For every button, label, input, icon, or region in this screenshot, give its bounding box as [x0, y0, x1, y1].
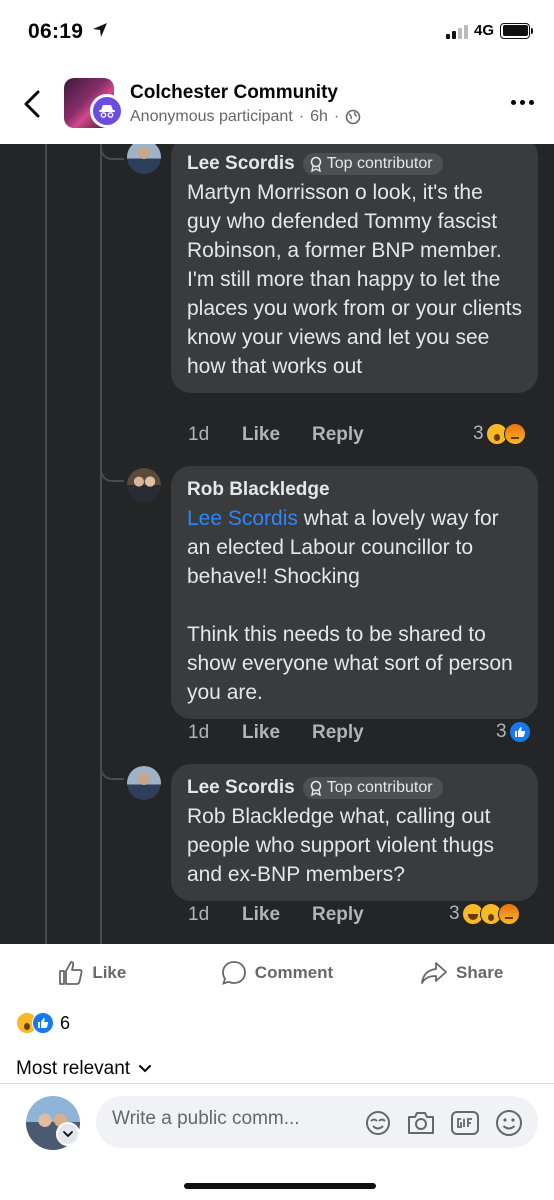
comment-time: 1d [188, 904, 210, 925]
thread-elbow [100, 758, 124, 780]
thread-line [45, 144, 47, 944]
separator: · [333, 108, 340, 125]
angry-emoji-icon [503, 423, 526, 445]
comment-bubble: Rob Blackledge Lee Scordis what a lovely… [171, 466, 538, 719]
comment-author[interactable]: Rob Blackledge [187, 479, 330, 501]
anonymous-badge-icon [90, 94, 124, 128]
status-bar: 06:19 4G [0, 0, 554, 62]
comment-body: what a lovely way for an elected Labour … [187, 507, 513, 704]
more-options-icon[interactable] [511, 100, 534, 105]
post-reaction-count: 6 [60, 1012, 71, 1033]
anonymous-participant-label: Anonymous participant [130, 108, 293, 125]
like-reaction-icon [508, 721, 531, 743]
post-like-button[interactable]: Like [0, 944, 185, 1002]
post-action-bar: Like Comment Share [0, 944, 554, 1002]
comment-time: 1d [188, 424, 210, 445]
like-reaction-icon [32, 1012, 54, 1034]
location-arrow-icon [93, 23, 107, 37]
commenter-avatar[interactable] [127, 468, 161, 502]
badge-label: Top contributor [326, 779, 433, 796]
commenter-avatar[interactable] [127, 144, 161, 174]
comment-meta: 1d Like Reply [188, 424, 364, 446]
comment-like-button[interactable]: Like [242, 904, 312, 926]
post-header: Colchester Community Anonymous participa… [0, 62, 554, 144]
mention-link[interactable]: Lee Scordis [187, 507, 298, 530]
comment-bubble: Lee Scordis Top contributor Rob Blackled… [171, 764, 538, 901]
comment-meta: 1d Like Reply [188, 904, 364, 926]
post-comment-button[interactable]: Comment [185, 944, 370, 1002]
post-age: 6h [310, 108, 328, 125]
comment-meta: 1d Like Reply [188, 722, 364, 744]
chevron-down-icon[interactable] [56, 1122, 80, 1146]
comment-like-button[interactable]: Like [242, 722, 312, 744]
status-indicators: 4G [445, 22, 533, 39]
comment-author[interactable]: Lee Scordis [187, 153, 295, 175]
globe-icon [345, 109, 361, 125]
comment-time: 1d [188, 722, 210, 743]
thread-elbow [100, 144, 124, 160]
comment-thread: Lee Scordis Top contributor Martyn Morri… [0, 144, 554, 944]
emoji-icon[interactable] [494, 1108, 524, 1138]
group-name[interactable]: Colchester Community [130, 82, 338, 104]
comment-reply-button[interactable]: Reply [312, 904, 364, 926]
thumbs-up-icon [59, 961, 83, 985]
reaction-count: 3 [449, 903, 460, 924]
thread-elbow [100, 460, 124, 482]
comment-text: Martyn Morrisson o look, it's the guy wh… [187, 181, 528, 378]
comment-reply-button[interactable]: Reply [312, 722, 364, 744]
comment-reply-button[interactable]: Reply [312, 424, 364, 446]
home-indicator[interactable] [184, 1183, 376, 1189]
camera-icon[interactable] [406, 1109, 436, 1137]
comment-input[interactable] [112, 1108, 332, 1130]
comment-like-button[interactable]: Like [242, 424, 312, 446]
comment-input-container [96, 1096, 538, 1148]
badge-label: Top contributor [326, 155, 433, 172]
reaction-count: 3 [473, 423, 484, 444]
comment-text: Rob Blackledge what, calling out people … [187, 805, 500, 886]
commenter-avatar[interactable] [127, 766, 161, 800]
composer-tools [364, 1108, 524, 1138]
post-comment-label: Comment [254, 963, 334, 982]
comment-author[interactable]: Lee Scordis [187, 777, 295, 799]
status-time: 06:19 [28, 20, 84, 43]
avatar-sticker-icon[interactable] [364, 1109, 392, 1137]
comment-bubble: Lee Scordis Top contributor Martyn Morri… [171, 144, 538, 393]
thread-line [100, 144, 102, 944]
gif-icon[interactable] [450, 1109, 480, 1137]
comment-reactions[interactable]: 3 [449, 903, 520, 925]
comment-reactions[interactable]: 3 [496, 721, 531, 743]
top-contributor-badge: Top contributor [302, 153, 443, 175]
comment-text: Lee Scordis what a lovely way for an ele… [187, 504, 522, 707]
post-subtitle: Anonymous participant · 6h · [130, 108, 361, 126]
sort-label: Most relevant [16, 1058, 131, 1079]
award-icon [310, 780, 322, 796]
post-reaction-summary[interactable]: 6 [16, 1012, 70, 1034]
separator: · [298, 108, 305, 125]
network-type: 4G [473, 22, 494, 39]
signal-strength-icon [445, 23, 468, 39]
post-like-label: Like [92, 963, 127, 982]
share-arrow-icon [421, 962, 447, 984]
comment-bubble-icon [221, 961, 246, 985]
chevron-down-icon [139, 1065, 152, 1073]
reaction-count: 3 [496, 721, 507, 742]
comment-sort-dropdown[interactable]: Most relevant [16, 1058, 152, 1080]
back-arrow-icon[interactable] [18, 88, 46, 120]
top-contributor-badge: Top contributor [302, 777, 443, 799]
battery-icon [500, 22, 533, 39]
post-share-label: Share [456, 963, 504, 982]
post-share-button[interactable]: Share [369, 944, 554, 1002]
comment-reactions[interactable]: 3 [473, 423, 526, 445]
angry-emoji-icon [497, 903, 520, 925]
award-icon [310, 156, 322, 172]
